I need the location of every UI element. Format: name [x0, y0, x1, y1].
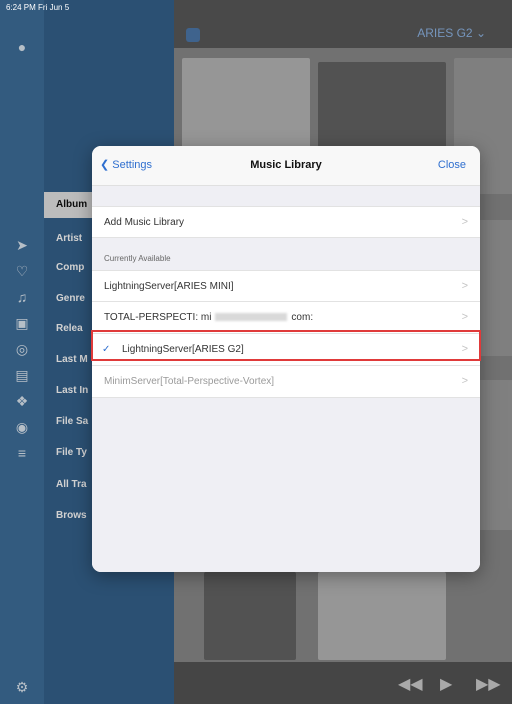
checkmark-icon: ✓ — [102, 344, 111, 355]
library-row[interactable]: TOTAL-PERSPECTI: mi com: > — [92, 302, 480, 334]
add-music-library-row[interactable]: Add Music Library > — [92, 206, 480, 238]
library-row[interactable]: LightningServer[ARIES MINI] > — [92, 270, 480, 302]
section-label: Currently Available — [104, 254, 171, 263]
status-time-date: 6:24 PM Fri Jun 5 — [6, 3, 70, 12]
library-label: MinimServer[Total-Perspective-Vortex] — [104, 376, 275, 387]
library-label: TOTAL-PERSPECTI: mi com: — [104, 312, 313, 323]
library-label: LightningServer[ARIES G2] — [122, 344, 244, 355]
chevron-right-icon: > — [461, 375, 468, 387]
add-music-library-label: Add Music Library — [104, 217, 185, 228]
library-row-disabled[interactable]: MinimServer[Total-Perspective-Vortex] > — [92, 366, 480, 398]
close-button[interactable]: Close — [438, 159, 466, 171]
status-bar: 6:24 PM Fri Jun 5 — [0, 0, 512, 14]
library-label: LightningServer[ARIES MINI] — [104, 281, 234, 292]
chevron-right-icon: > — [461, 216, 468, 228]
library-row-selected[interactable]: ✓ LightningServer[ARIES G2] > — [92, 334, 480, 366]
library-label-start: TOTAL-PERSPECTI: mi — [104, 312, 212, 323]
chevron-right-icon: > — [461, 343, 468, 355]
dialog-body: Add Music Library > Currently Available … — [92, 186, 480, 572]
dialog-title: Music Library — [250, 159, 322, 171]
music-library-dialog: ❮ Settings Music Library Close Add Music… — [92, 146, 480, 572]
chevron-right-icon: > — [461, 311, 468, 323]
library-label-end: com: — [291, 312, 314, 323]
redacted-text — [215, 313, 288, 322]
dialog-header: ❮ Settings Music Library Close — [92, 146, 480, 186]
chevron-right-icon: > — [461, 280, 468, 292]
